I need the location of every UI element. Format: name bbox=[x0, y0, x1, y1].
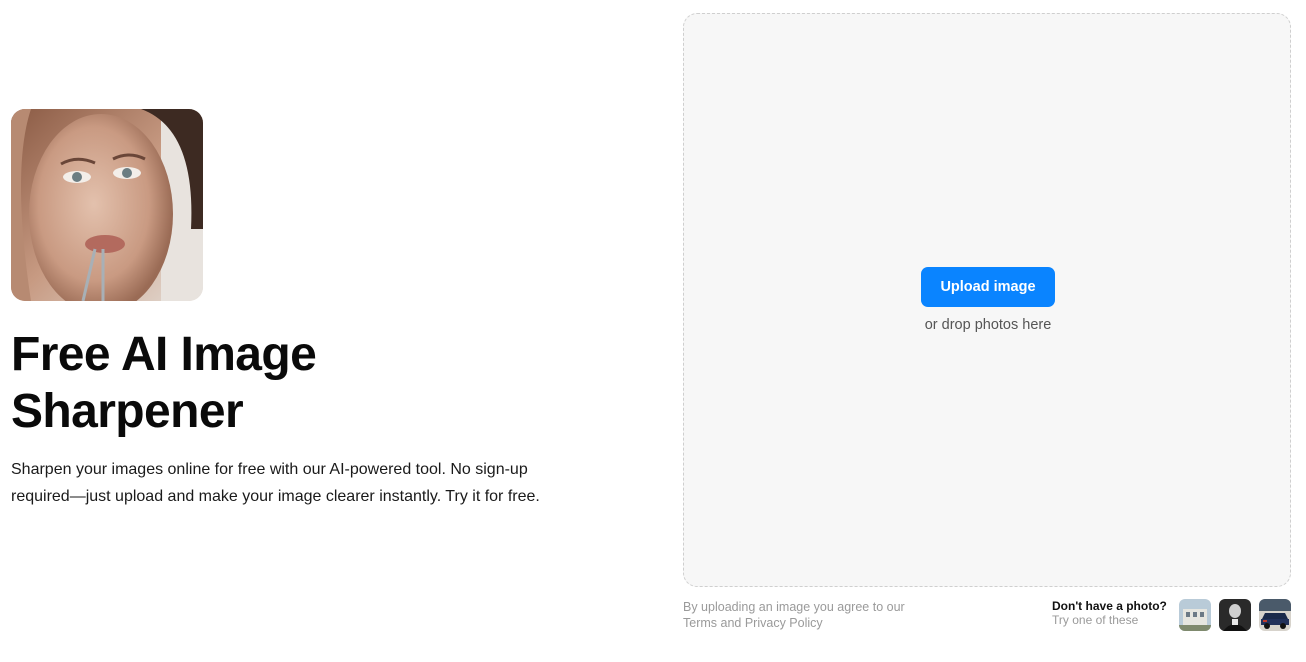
privacy-policy-link[interactable]: Privacy Policy bbox=[745, 616, 823, 630]
page-title: Free AI Image Sharpener bbox=[11, 326, 571, 440]
upload-image-button[interactable]: Upload image bbox=[921, 267, 1055, 307]
sample-prompt-title: Don't have a photo? bbox=[1052, 599, 1167, 613]
terms-prefix: By uploading an image you agree to our bbox=[683, 600, 905, 614]
hero-portrait-image bbox=[11, 109, 203, 301]
sample-prompt-subtitle: Try one of these bbox=[1052, 613, 1139, 627]
title-line-2: Sharpener bbox=[11, 385, 244, 438]
title-line-1: Free AI Image bbox=[11, 328, 317, 381]
upload-dropzone[interactable]: Upload image or drop photos here bbox=[683, 13, 1291, 587]
terms-notice: By uploading an image you agree to our T… bbox=[683, 599, 923, 631]
drop-hint-text: or drop photos here bbox=[924, 317, 1052, 333]
page: Free AI Image Sharpener Sharpen your ima… bbox=[0, 0, 1306, 662]
terms-and: and bbox=[717, 616, 745, 630]
sample-car-photo[interactable] bbox=[1259, 599, 1291, 631]
terms-link[interactable]: Terms bbox=[683, 616, 717, 630]
page-subtitle: Sharpen your images online for free with… bbox=[11, 461, 540, 505]
sample-building-photo[interactable] bbox=[1179, 599, 1211, 631]
sample-portrait-photo[interactable] bbox=[1219, 599, 1251, 631]
